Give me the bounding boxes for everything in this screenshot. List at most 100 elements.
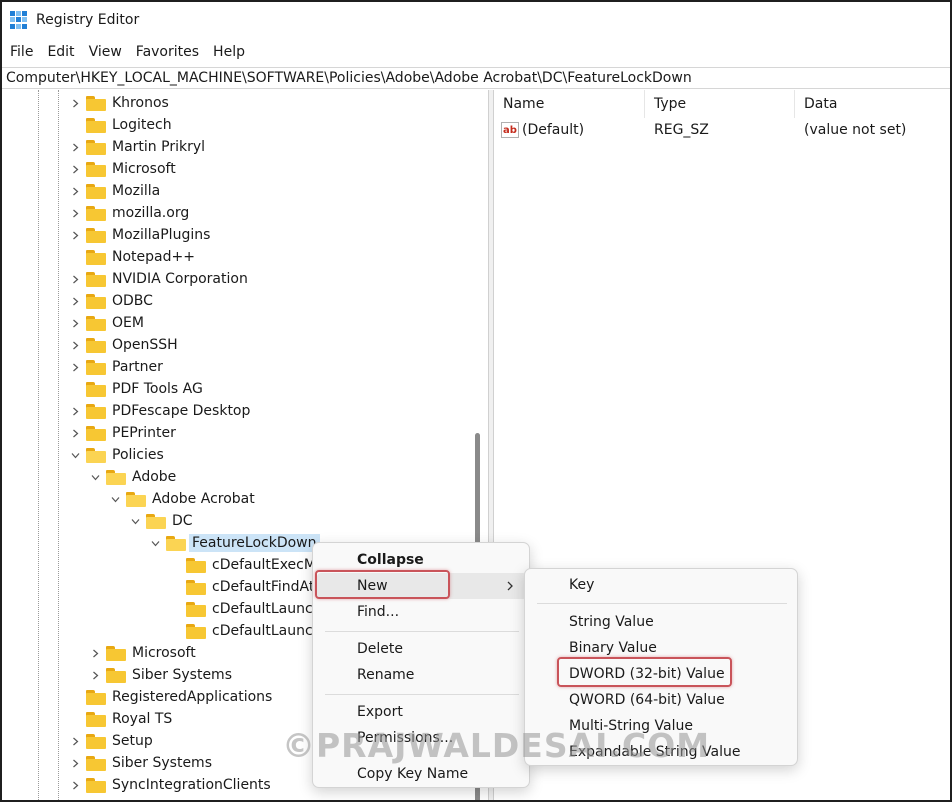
folder-icon bbox=[86, 139, 106, 155]
chevron-right-icon[interactable] bbox=[68, 162, 82, 176]
address-bar[interactable]: Computer\HKEY_LOCAL_MACHINE\SOFTWARE\Pol… bbox=[2, 67, 950, 89]
tree-item-syncintegrationclients[interactable]: SyncIntegrationClients bbox=[68, 774, 271, 796]
tree-item-label: Microsoft bbox=[132, 645, 196, 661]
menu-view[interactable]: View bbox=[87, 44, 130, 60]
tree-item-adobe[interactable]: Adobe bbox=[88, 466, 176, 488]
folder-icon bbox=[186, 557, 206, 573]
tree-item-siber-systems[interactable]: Siber Systems bbox=[88, 664, 232, 686]
tree-item-notepad[interactable]: Notepad++ bbox=[68, 246, 195, 268]
tree-item-partner[interactable]: Partner bbox=[68, 356, 163, 378]
chevron-right-icon[interactable] bbox=[68, 294, 82, 308]
chevron-right-icon[interactable] bbox=[68, 184, 82, 198]
tree-item-pdf-tools-ag[interactable]: PDF Tools AG bbox=[68, 378, 203, 400]
submenu-item-multi-string-value[interactable]: Multi-String Value bbox=[529, 713, 795, 739]
folder-icon bbox=[186, 579, 206, 595]
tree-item-label: Martin Prikryl bbox=[112, 139, 205, 155]
folder-open-icon bbox=[146, 513, 166, 529]
value-type: REG_SZ bbox=[654, 122, 709, 138]
value-data: (value not set) bbox=[804, 122, 907, 138]
tree-item-setup[interactable]: Setup bbox=[68, 730, 153, 752]
menu-file[interactable]: File bbox=[8, 44, 41, 60]
column-header-type[interactable]: Type bbox=[645, 90, 795, 118]
submenu-item-qword-value[interactable]: QWORD (64-bit) Value bbox=[529, 687, 795, 713]
tree-item-label: Partner bbox=[112, 359, 163, 375]
menu-item-rename[interactable]: Rename bbox=[317, 662, 527, 688]
folder-icon bbox=[86, 733, 106, 749]
submenu-item-string-value[interactable]: String Value bbox=[529, 609, 795, 635]
chevron-right-icon[interactable] bbox=[68, 228, 82, 242]
folder-open-icon bbox=[166, 535, 186, 551]
folder-open-icon bbox=[106, 469, 126, 485]
submenu-separator bbox=[537, 603, 787, 604]
chevron-right-icon[interactable] bbox=[68, 338, 82, 352]
tree-item-peprinter[interactable]: PEPrinter bbox=[68, 422, 176, 444]
tree-item-featurelockdown[interactable]: FeatureLockDown bbox=[148, 532, 320, 554]
chevron-right-icon[interactable] bbox=[88, 668, 102, 682]
menu-edit[interactable]: Edit bbox=[45, 44, 82, 60]
value-row[interactable]: ab (Default) REG_SZ (value not set) bbox=[494, 119, 950, 141]
tree-item-pdfescape-desktop[interactable]: PDFescape Desktop bbox=[68, 400, 250, 422]
menu-item-permissions[interactable]: Permissions... bbox=[317, 725, 527, 751]
menu-item-find[interactable]: Find... bbox=[317, 599, 527, 625]
tree-item-microsoft[interactable]: Microsoft bbox=[68, 158, 176, 180]
menu-item-delete[interactable]: Delete bbox=[317, 636, 527, 662]
menu-item-copy-key-name[interactable]: Copy Key Name bbox=[317, 761, 527, 787]
chevron-right-icon[interactable] bbox=[68, 778, 82, 792]
tree-item-nvidia-corporation[interactable]: NVIDIA Corporation bbox=[68, 268, 248, 290]
chevron-down-icon[interactable] bbox=[108, 492, 122, 506]
tree-item-khronos[interactable]: Khronos bbox=[68, 92, 169, 114]
chevron-right-icon[interactable] bbox=[68, 272, 82, 286]
tree-item-mozilla[interactable]: Mozilla bbox=[68, 180, 160, 202]
menu-help[interactable]: Help bbox=[211, 44, 253, 60]
folder-icon bbox=[86, 95, 106, 111]
menu-separator bbox=[325, 694, 519, 695]
window-title: Registry Editor bbox=[36, 12, 140, 28]
tree-item-openssh[interactable]: OpenSSH bbox=[68, 334, 178, 356]
chevron-right-icon[interactable] bbox=[68, 316, 82, 330]
chevron-right-icon[interactable] bbox=[68, 734, 82, 748]
chevron-down-icon[interactable] bbox=[148, 536, 162, 550]
tree-item-mozilla-org[interactable]: mozilla.org bbox=[68, 202, 189, 224]
column-header-data[interactable]: Data bbox=[795, 90, 950, 118]
chevron-right-icon[interactable] bbox=[68, 360, 82, 374]
folder-icon bbox=[106, 645, 126, 661]
tree-item-policies[interactable]: Policies bbox=[68, 444, 164, 466]
chevron-down-icon[interactable] bbox=[88, 470, 102, 484]
chevron-right-icon[interactable] bbox=[68, 96, 82, 110]
chevron-down-icon[interactable] bbox=[128, 514, 142, 528]
tree-item-odbc[interactable]: ODBC bbox=[68, 290, 153, 312]
tree-item-royal-ts[interactable]: Royal TS bbox=[68, 708, 172, 730]
tree-item-label: Khronos bbox=[112, 95, 169, 111]
chevron-right-icon[interactable] bbox=[68, 206, 82, 220]
menu-favorites[interactable]: Favorites bbox=[134, 44, 207, 60]
chevron-right-icon[interactable] bbox=[68, 756, 82, 770]
tree-item-microsoft[interactable]: Microsoft bbox=[88, 642, 196, 664]
title-bar: Registry Editor bbox=[2, 2, 950, 38]
chevron-down-icon[interactable] bbox=[68, 448, 82, 462]
submenu-item-expandable-string-value[interactable]: Expandable String Value bbox=[529, 739, 795, 765]
chevron-right-icon[interactable] bbox=[88, 646, 102, 660]
folder-icon bbox=[86, 205, 106, 221]
folder-icon bbox=[86, 315, 106, 331]
tree-item-label: Adobe bbox=[132, 469, 177, 485]
chevron-right-icon[interactable] bbox=[68, 404, 82, 418]
tree-item-oem[interactable]: OEM bbox=[68, 312, 144, 334]
tree-item-martin-prikryl[interactable]: Martin Prikryl bbox=[68, 136, 205, 158]
column-header-name[interactable]: Name bbox=[494, 90, 645, 118]
tree-item-dc[interactable]: DC bbox=[128, 510, 193, 532]
tree-guide-line bbox=[38, 90, 39, 800]
tree-item-logitech[interactable]: Logitech bbox=[68, 114, 172, 136]
submenu-item-key[interactable]: Key bbox=[529, 572, 795, 598]
tree-item-label: Logitech bbox=[112, 117, 172, 133]
chevron-right-icon[interactable] bbox=[68, 140, 82, 154]
tree-item-registeredapplications[interactable]: RegisteredApplications bbox=[68, 686, 272, 708]
chevron-right-icon[interactable] bbox=[68, 426, 82, 440]
tree-item-siber-systems[interactable]: Siber Systems bbox=[68, 752, 212, 774]
tree-item-adobe-acrobat[interactable]: Adobe Acrobat bbox=[108, 488, 255, 510]
menu-item-export[interactable]: Export bbox=[317, 699, 527, 725]
tree-item-mozillaplugins[interactable]: MozillaPlugins bbox=[68, 224, 210, 246]
tree-item-label: Mozilla bbox=[112, 183, 161, 199]
